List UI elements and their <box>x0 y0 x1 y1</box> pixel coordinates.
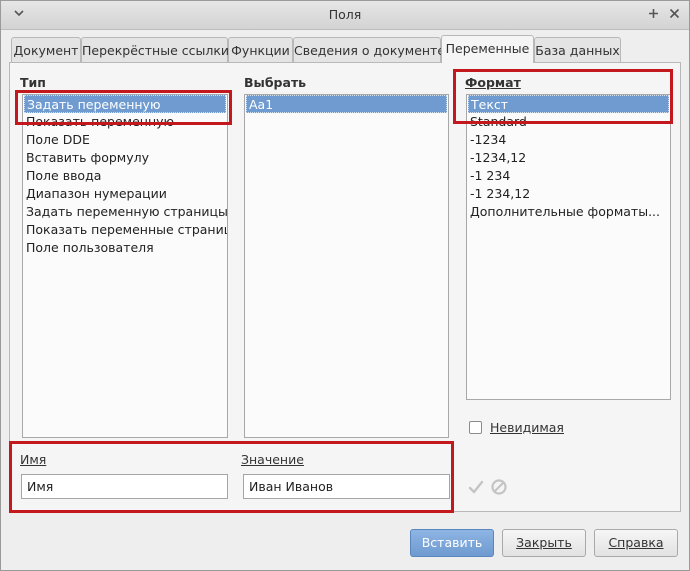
format-list-item[interactable]: Standard <box>467 113 670 131</box>
invisible-checkbox[interactable] <box>469 421 482 434</box>
maximize-icon[interactable] <box>644 6 662 24</box>
value-label: Значение <box>241 452 304 467</box>
type-label: Тип <box>20 75 46 90</box>
select-list-item[interactable]: Aa1 <box>246 95 447 113</box>
tab-document[interactable]: Документ <box>11 37 81 62</box>
format-label: Формат <box>465 75 521 90</box>
tab-cross-references[interactable]: Перекрёстные ссылки <box>81 37 229 62</box>
name-label-text: Имя <box>20 452 47 467</box>
format-list-item[interactable]: Текст <box>468 95 669 113</box>
format-list-item[interactable]: Дополнительные форматы... <box>467 203 670 221</box>
select-list[interactable]: Aa1 <box>244 94 449 438</box>
type-list-item[interactable]: Поле ввода <box>23 167 227 185</box>
variables-panel: Тип Выбрать Формат Задать переменную Пока… <box>9 62 681 512</box>
format-list-item[interactable]: -1 234,12 <box>467 185 670 203</box>
tab-functions[interactable]: Функции <box>228 37 293 62</box>
type-list-item[interactable]: Поле пользователя <box>23 239 227 257</box>
close-button-label: Закрыть <box>516 535 572 550</box>
insert-button[interactable]: Вставить <box>410 529 494 557</box>
close-button[interactable]: Закрыть <box>502 529 586 557</box>
type-list-item[interactable]: Вставить формулу <box>23 149 227 167</box>
apply-checkmark-icon[interactable] <box>467 478 485 496</box>
tab-document-info[interactable]: Сведения о документе <box>293 37 445 62</box>
type-list-item[interactable]: Показать переменную <box>23 113 227 131</box>
tab-variables[interactable]: Переменные <box>441 35 534 63</box>
format-label-text: Формат <box>465 75 521 90</box>
window-title: Поля <box>328 7 362 22</box>
format-list-item[interactable]: -1 234 <box>467 167 670 185</box>
fields-dialog: Поля Документ Перекрёстные ссылки Функци… <box>0 0 690 571</box>
format-list[interactable]: Текст Standard -1234 -1234,12 -1 234 -1 234,1… <box>466 94 671 400</box>
invisible-label[interactable]: Невидимая <box>490 420 564 435</box>
help-button-label: Справка <box>608 535 664 550</box>
invisible-label-text: Невидимая <box>490 420 564 435</box>
type-list-item[interactable]: Задать переменную <box>24 95 226 113</box>
format-list-item[interactable]: -1234,12 <box>467 149 670 167</box>
help-button[interactable]: Справка <box>594 529 678 557</box>
window-menu-icon[interactable] <box>10 6 28 24</box>
type-list[interactable]: Задать переменную Показать переменную Поле… <box>22 94 228 438</box>
close-icon[interactable] <box>665 6 683 24</box>
title-bar[interactable]: Поля <box>1 1 689 30</box>
delete-disabled-icon[interactable] <box>490 478 508 496</box>
value-field[interactable] <box>243 474 450 499</box>
type-list-item[interactable]: Поле DDE <box>23 131 227 149</box>
insert-button-label: Вставить <box>421 535 483 550</box>
value-label-text: Значение <box>241 452 304 467</box>
format-list-item[interactable]: -1234 <box>467 131 670 149</box>
select-label: Выбрать <box>244 75 307 90</box>
name-label: Имя <box>20 452 46 467</box>
tab-database[interactable]: База данных <box>534 37 621 62</box>
type-list-item[interactable]: Задать переменную страницы <box>23 203 227 221</box>
type-list-item[interactable]: Показать переменные страницы <box>23 221 227 239</box>
name-field[interactable] <box>21 474 228 499</box>
type-list-item[interactable]: Диапазон нумерации <box>23 185 227 203</box>
